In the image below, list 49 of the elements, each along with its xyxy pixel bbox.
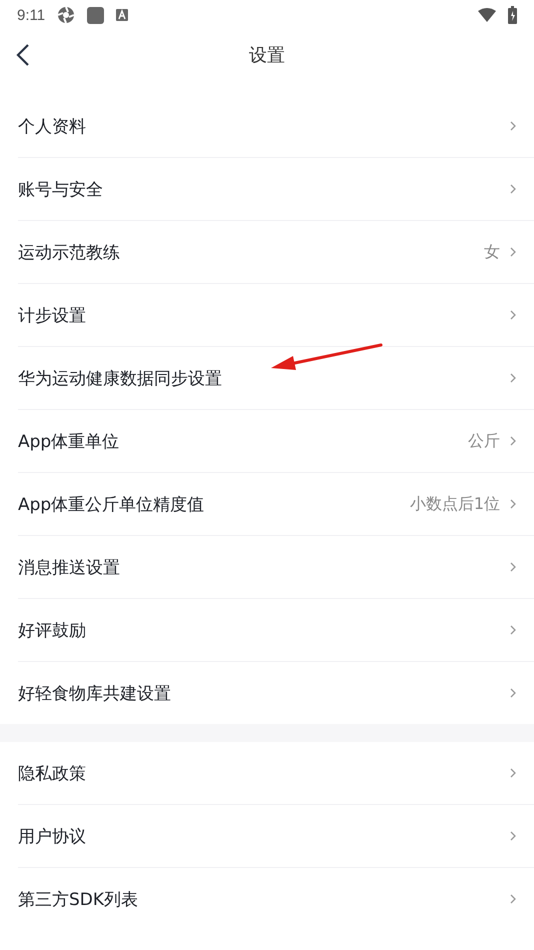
settings-row[interactable]: 用户协议: [18, 805, 534, 868]
row-value: 女: [484, 242, 500, 262]
chevron-icon: [510, 688, 516, 698]
chevron-icon: [510, 625, 516, 635]
row-label: App体重公斤单位精度值: [18, 494, 206, 516]
row-label: 个人资料: [18, 116, 87, 138]
row-label: 计步设置: [18, 304, 87, 326]
settings-row[interactable]: 隐私政策: [18, 742, 534, 805]
settings-row[interactable]: App体重公斤单位精度值 小数点后1位: [18, 473, 534, 536]
settings-row[interactable]: 消息推送设置: [18, 536, 534, 599]
chevron-icon: [510, 247, 516, 257]
page-title: 设置: [249, 44, 285, 67]
settings-row[interactable]: 好评鼓励: [18, 599, 534, 662]
row-label: 好评鼓励: [18, 620, 87, 642]
row-label: App体重单位: [18, 430, 120, 452]
chevron-icon: [510, 121, 516, 131]
wifi-icon: [478, 8, 496, 22]
row-label: 消息推送设置: [18, 556, 121, 578]
chevron-icon: [510, 831, 516, 841]
chevron-icon: [510, 768, 516, 778]
row-label: 账号与安全: [18, 178, 104, 200]
row-label: 第三方SDK列表: [18, 888, 140, 910]
row-label: 用户协议: [18, 826, 87, 848]
chevron-icon: [510, 436, 516, 446]
settings-row[interactable]: 好轻食物库共建设置: [18, 662, 534, 724]
settings-row[interactable]: 运动示范教练 女: [18, 221, 534, 284]
status-time: 9:11: [17, 6, 46, 24]
chevron-icon: [510, 184, 516, 194]
row-label: 运动示范教练: [18, 242, 121, 264]
app-icon: [116, 9, 128, 21]
battery-icon: [508, 6, 517, 24]
chevron-icon: [510, 499, 516, 509]
row-value: 公斤: [468, 430, 500, 452]
app-icon: [87, 6, 104, 24]
settings-row[interactable]: 个人资料: [18, 95, 534, 158]
chevron-icon: [510, 373, 516, 383]
app-icon: [57, 6, 76, 24]
row-value: 小数点后1位: [410, 494, 500, 514]
back-icon: [16, 44, 30, 66]
chevron-icon: [510, 310, 516, 320]
settings-row[interactable]: 第三方SDK列表: [18, 868, 534, 930]
row-label: 好轻食物库共建设置: [18, 682, 172, 704]
chevron-icon: [510, 894, 516, 904]
row-label: 隐私政策: [18, 762, 87, 784]
settings-row[interactable]: 计步设置: [18, 284, 534, 347]
row-label: 华为运动健康数据同步设置: [18, 368, 223, 390]
settings-row[interactable]: App体重单位 公斤: [18, 410, 534, 473]
settings-row[interactable]: 账号与安全: [18, 158, 534, 221]
chevron-icon: [510, 562, 516, 572]
